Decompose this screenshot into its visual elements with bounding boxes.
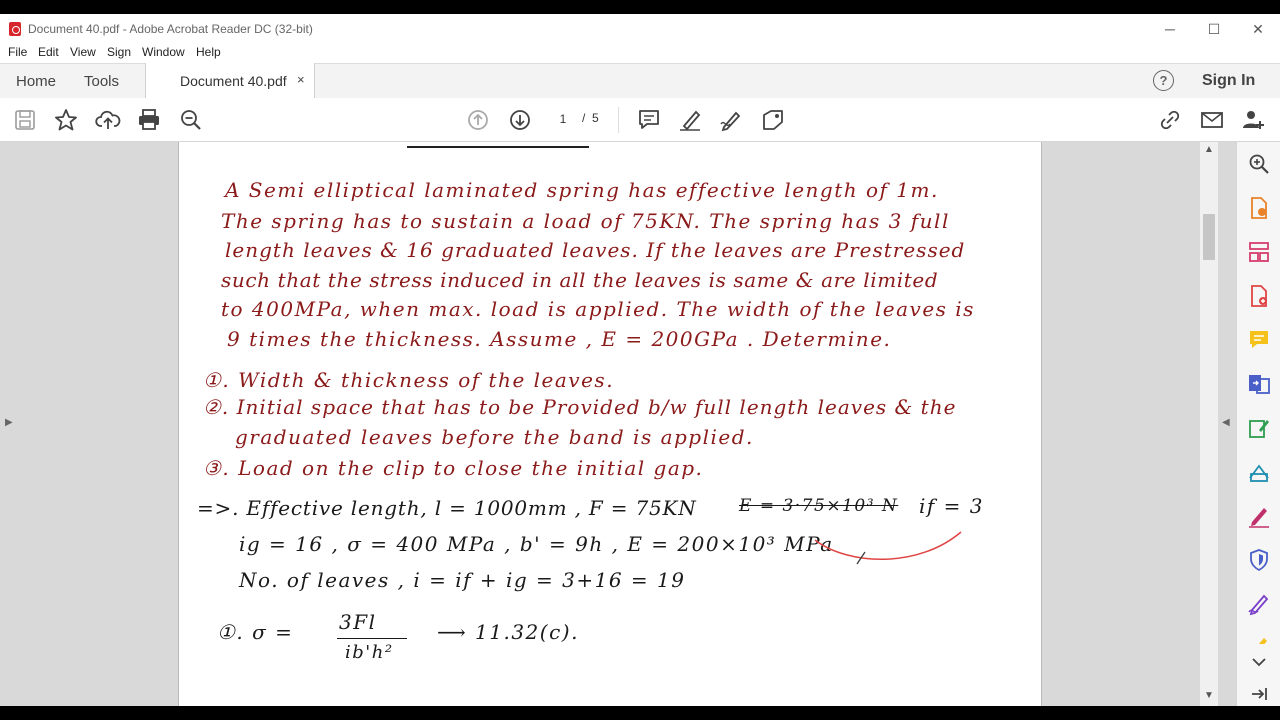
document-viewport: ▶ ◀ A Semi elliptical laminated spring h… bbox=[0, 142, 1236, 706]
upload-icon[interactable] bbox=[95, 107, 121, 133]
tab-tools[interactable]: Tools bbox=[84, 73, 119, 90]
tab-document[interactable]: Document 40.pdf × bbox=[145, 63, 315, 98]
problem-line-2: The spring has to sustain a load of 75KN… bbox=[221, 209, 950, 233]
collapse-panel-icon[interactable] bbox=[1247, 682, 1271, 706]
question-2-line-1: ②. Initial space that has to be Provided… bbox=[203, 395, 957, 419]
scroll-up-icon[interactable]: ▲ bbox=[1204, 144, 1214, 155]
menu-sign[interactable]: Sign bbox=[107, 45, 131, 59]
menu-bar: File Edit View Sign Window Help bbox=[0, 43, 1280, 63]
problem-line-1: A Semi elliptical laminated spring has e… bbox=[225, 178, 939, 202]
formula-denominator: ib'h² bbox=[345, 642, 394, 663]
add-user-icon[interactable] bbox=[1240, 107, 1266, 133]
chevron-down-icon[interactable] bbox=[1247, 650, 1271, 674]
acrobat-window: Document 40.pdf - Adobe Acrobat Reader D… bbox=[0, 14, 1280, 706]
stamp-icon[interactable] bbox=[760, 107, 786, 133]
menu-view[interactable]: View bbox=[70, 45, 96, 59]
search-zoom-icon[interactable] bbox=[1247, 152, 1271, 176]
star-icon[interactable] bbox=[53, 107, 79, 133]
tab-bar: Home Tools Document 40.pdf × ? Sign In bbox=[0, 63, 1280, 99]
solution-given-line-1: =>. Effective length, l = 1000mm , F = 7… bbox=[197, 496, 697, 520]
share-link-icon[interactable] bbox=[1157, 107, 1183, 133]
page-separator: / bbox=[582, 111, 586, 125]
vertical-scrollbar[interactable]: ▲ ▼ bbox=[1200, 142, 1218, 706]
edit-pdf-icon[interactable] bbox=[1247, 416, 1271, 440]
problem-line-6: 9 times the thickness. Assume , E = 200G… bbox=[227, 327, 892, 351]
menu-help[interactable]: Help bbox=[196, 45, 221, 59]
fraction-bar bbox=[337, 638, 407, 639]
page-number-input[interactable]: 1 bbox=[551, 109, 575, 129]
zoom-out-icon[interactable] bbox=[178, 107, 204, 133]
minimize-button[interactable]: ─ bbox=[1148, 18, 1192, 40]
scroll-thumb[interactable] bbox=[1203, 214, 1215, 260]
problem-line-4: such that the stress induced in all the … bbox=[221, 268, 939, 292]
red-annotation-arc bbox=[814, 531, 962, 565]
part-1-formula-label: ①. σ = bbox=[217, 620, 294, 644]
email-icon[interactable] bbox=[1199, 107, 1225, 133]
page-down-icon[interactable] bbox=[507, 107, 533, 133]
formula-numerator: 3Fl bbox=[339, 610, 377, 634]
comment-icon[interactable] bbox=[636, 107, 662, 133]
save-icon[interactable] bbox=[12, 107, 38, 133]
more-tools-icon[interactable] bbox=[1247, 634, 1271, 644]
window-title: Document 40.pdf - Adobe Acrobat Reader D… bbox=[28, 22, 313, 36]
acrobat-app-icon bbox=[9, 22, 21, 36]
menu-file[interactable]: File bbox=[8, 45, 27, 59]
pdf-page: A Semi elliptical laminated spring has e… bbox=[178, 142, 1042, 706]
highlight-icon[interactable] bbox=[677, 107, 703, 133]
menu-edit[interactable]: Edit bbox=[38, 45, 59, 59]
full-leaves-count: if = 3 bbox=[919, 494, 984, 518]
title-bar: Document 40.pdf - Adobe Acrobat Reader D… bbox=[0, 14, 1280, 43]
print-icon[interactable] bbox=[136, 107, 162, 133]
protect-icon[interactable] bbox=[1247, 548, 1271, 572]
question-3: ③. Load on the clip to close the initial… bbox=[203, 456, 704, 480]
page-up-icon[interactable] bbox=[465, 107, 491, 133]
maximize-button[interactable]: ☐ bbox=[1192, 18, 1236, 40]
struck-out-value: E = 3·75×10³ N bbox=[739, 496, 899, 516]
problem-line-3: length leaves & 16 graduated leaves. If … bbox=[225, 238, 966, 262]
organize-pages-icon[interactable] bbox=[1247, 240, 1271, 264]
create-pdf-icon[interactable] bbox=[1247, 284, 1271, 308]
menu-window[interactable]: Window bbox=[142, 45, 185, 59]
combine-files-icon[interactable] bbox=[1247, 372, 1271, 396]
scroll-down-icon[interactable]: ▼ bbox=[1204, 690, 1214, 701]
solution-given-line-2: ig = 16 , σ = 400 MPa , b' = 9h , E = 20… bbox=[239, 532, 834, 556]
sign-icon[interactable] bbox=[718, 107, 744, 133]
toolbar: 1 / 5 bbox=[0, 98, 1280, 142]
question-2-line-2: graduated leaves before the band is appl… bbox=[235, 425, 754, 449]
collapse-right-panel-icon[interactable]: ◀ bbox=[1222, 417, 1230, 428]
toolbar-divider bbox=[618, 107, 619, 133]
export-pdf-icon[interactable] bbox=[1247, 196, 1271, 220]
close-window-button[interactable]: ✕ bbox=[1236, 18, 1280, 40]
sign-in-button[interactable]: Sign In bbox=[1202, 72, 1255, 90]
send-sign-icon[interactable] bbox=[1247, 592, 1271, 616]
result-note: ⟶ 11.32(c). bbox=[437, 620, 579, 644]
help-icon[interactable]: ? bbox=[1153, 70, 1174, 91]
collapse-left-panel-icon[interactable]: ▶ bbox=[5, 417, 13, 428]
question-1: ①. Width & thickness of the leaves. bbox=[203, 368, 615, 392]
problem-line-5: to 400MPa, when max. load is applied. Th… bbox=[221, 297, 975, 321]
right-tools-panel bbox=[1236, 142, 1280, 706]
page-top-rule bbox=[407, 142, 589, 148]
page-total: 5 bbox=[592, 111, 599, 125]
solution-given-line-3: No. of leaves , i = if + ig = 3+16 = 19 bbox=[239, 568, 686, 592]
close-tab-icon[interactable]: × bbox=[297, 72, 305, 87]
bottom-letterbox bbox=[0, 706, 1280, 720]
comment-panel-icon[interactable] bbox=[1247, 328, 1271, 352]
tab-home[interactable]: Home bbox=[16, 73, 56, 90]
document-tab-label: Document 40.pdf bbox=[180, 73, 287, 89]
fill-sign-icon[interactable] bbox=[1247, 504, 1271, 528]
scan-icon[interactable] bbox=[1247, 460, 1271, 484]
